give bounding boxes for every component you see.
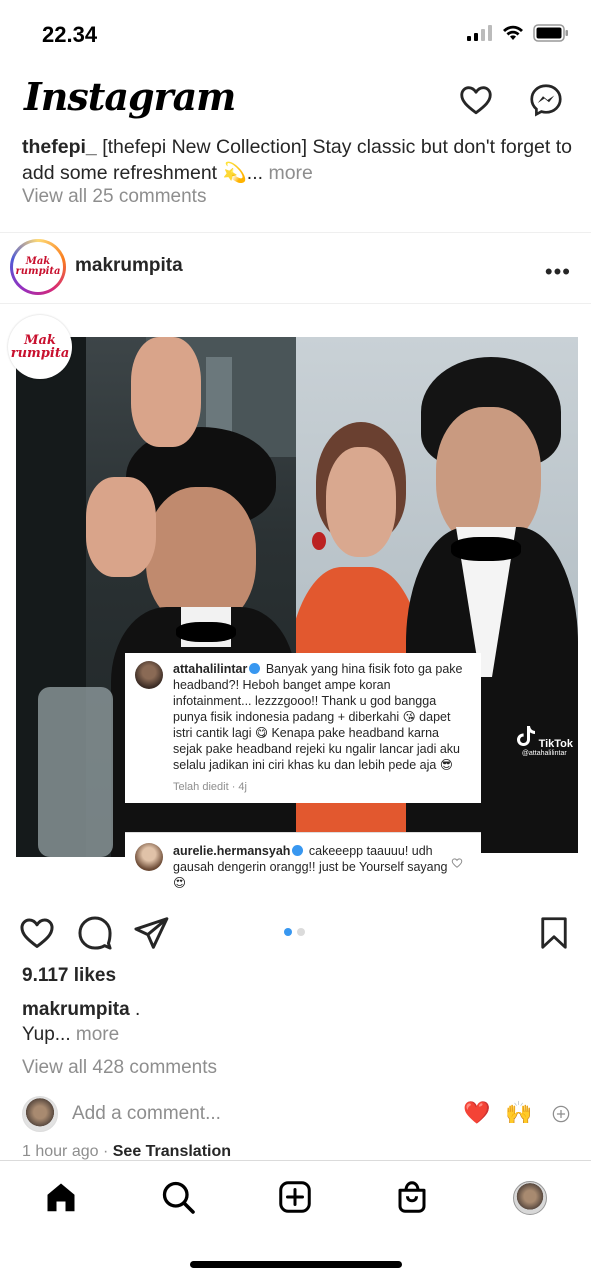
- quick-reaction-raised-hands[interactable]: 🙌: [505, 1100, 532, 1126]
- post-image[interactable]: Mak rumpita TikTok @attahalilintar attah…: [0, 305, 591, 905]
- add-comment-input[interactable]: Add a comment...: [72, 1103, 221, 1125]
- wifi-icon: [503, 25, 523, 40]
- tiktok-handle: @attahalilintar: [521, 750, 567, 757]
- add-emoji-plus-icon[interactable]: [552, 1105, 570, 1123]
- share-send-icon[interactable]: [132, 914, 170, 952]
- instagram-logo[interactable]: Instagram: [24, 74, 236, 119]
- comment-text: Banyak yang hina fisik foto ga pake head…: [173, 662, 463, 772]
- comment-avatar: [135, 661, 163, 689]
- comment-heart-icon: [451, 858, 463, 868]
- embedded-comment-aurelie: aurelie.hermansyah cakeeepp taauuu! udh …: [125, 832, 481, 901]
- activity-heart-icon[interactable]: [458, 82, 494, 118]
- add-comment-row: Add a comment... ❤️ 🙌: [0, 1094, 591, 1134]
- bottom-tab-bar: [0, 1160, 591, 1280]
- shop-bag-icon[interactable]: [394, 1179, 430, 1215]
- previous-more-link[interactable]: more: [268, 162, 312, 184]
- post-header: Mak rumpita makrumpita •••: [0, 232, 591, 304]
- messenger-icon[interactable]: [528, 82, 564, 118]
- caption-line: makrumpita .: [22, 999, 140, 1021]
- embedded-comment-attahalilintar: attahalilintar Banyak yang hina fisik fo…: [125, 653, 481, 803]
- post-time-row: 1 hour ago · See Translation: [22, 1143, 231, 1161]
- makrumpita-watermark: Mak rumpita: [8, 315, 72, 379]
- save-bookmark-icon[interactable]: [536, 914, 572, 952]
- post-avatar[interactable]: Mak rumpita: [10, 239, 66, 295]
- comment-avatar: [135, 843, 163, 871]
- battery-icon: [533, 24, 568, 42]
- post-username[interactable]: makrumpita: [75, 255, 183, 277]
- search-icon[interactable]: [160, 1179, 196, 1215]
- tiktok-watermark: TikTok @attahalilintar: [516, 725, 573, 757]
- previous-post-caption: thefepi_ [thefepi New Collection] Stay c…: [22, 134, 572, 186]
- create-post-icon[interactable]: [277, 1179, 313, 1215]
- comment-bubble-icon[interactable]: [76, 914, 114, 952]
- caption-username[interactable]: makrumpita: [22, 999, 130, 1020]
- app-header: Instagram: [0, 70, 591, 136]
- profile-avatar-tab[interactable]: [513, 1181, 547, 1215]
- verified-badge-icon: [249, 663, 261, 674]
- verified-badge-icon: [292, 845, 304, 856]
- like-heart-icon[interactable]: [18, 914, 56, 952]
- home-indicator: [190, 1261, 402, 1268]
- carousel-indicator: [284, 928, 305, 936]
- caption-text-line: Yup... more: [22, 1024, 119, 1046]
- current-user-avatar: [22, 1096, 58, 1132]
- signal-icon: [467, 25, 492, 41]
- see-translation-link[interactable]: See Translation: [113, 1143, 231, 1160]
- status-bar: 22.34: [0, 0, 591, 70]
- post-actions: [0, 910, 591, 954]
- caption-more-link[interactable]: more: [76, 1024, 119, 1045]
- comment-username: aurelie.hermansyah: [173, 844, 291, 858]
- quick-reaction-heart[interactable]: ❤️: [463, 1100, 490, 1126]
- caption-text: Yup...: [22, 1024, 71, 1045]
- more-options-icon[interactable]: •••: [545, 259, 571, 285]
- tiktok-label: TikTok: [538, 738, 573, 750]
- previous-view-comments-link[interactable]: View all 25 comments: [22, 186, 206, 208]
- time-separator: ·: [102, 1143, 109, 1160]
- carousel-dot-active: [284, 928, 292, 936]
- home-icon[interactable]: [43, 1179, 79, 1215]
- view-all-comments-link[interactable]: View all 428 comments: [22, 1057, 217, 1079]
- tiktok-icon: [516, 726, 535, 746]
- previous-caption-username[interactable]: thefepi_: [22, 136, 97, 158]
- watermark-rumpita: rumpita: [10, 346, 70, 361]
- comment-meta: Telah diedit · 4j: [173, 781, 247, 793]
- status-time: 22.34: [42, 22, 98, 47]
- post-time: 1 hour ago: [22, 1143, 99, 1160]
- status-icons: [467, 24, 569, 42]
- caption-username-suffix: .: [134, 999, 141, 1020]
- avatar-text-rumpita: rumpita: [15, 266, 61, 277]
- comment-username: attahalilintar: [173, 662, 248, 676]
- carousel-dot: [297, 928, 305, 936]
- likes-count[interactable]: 9.117 likes: [22, 965, 116, 987]
